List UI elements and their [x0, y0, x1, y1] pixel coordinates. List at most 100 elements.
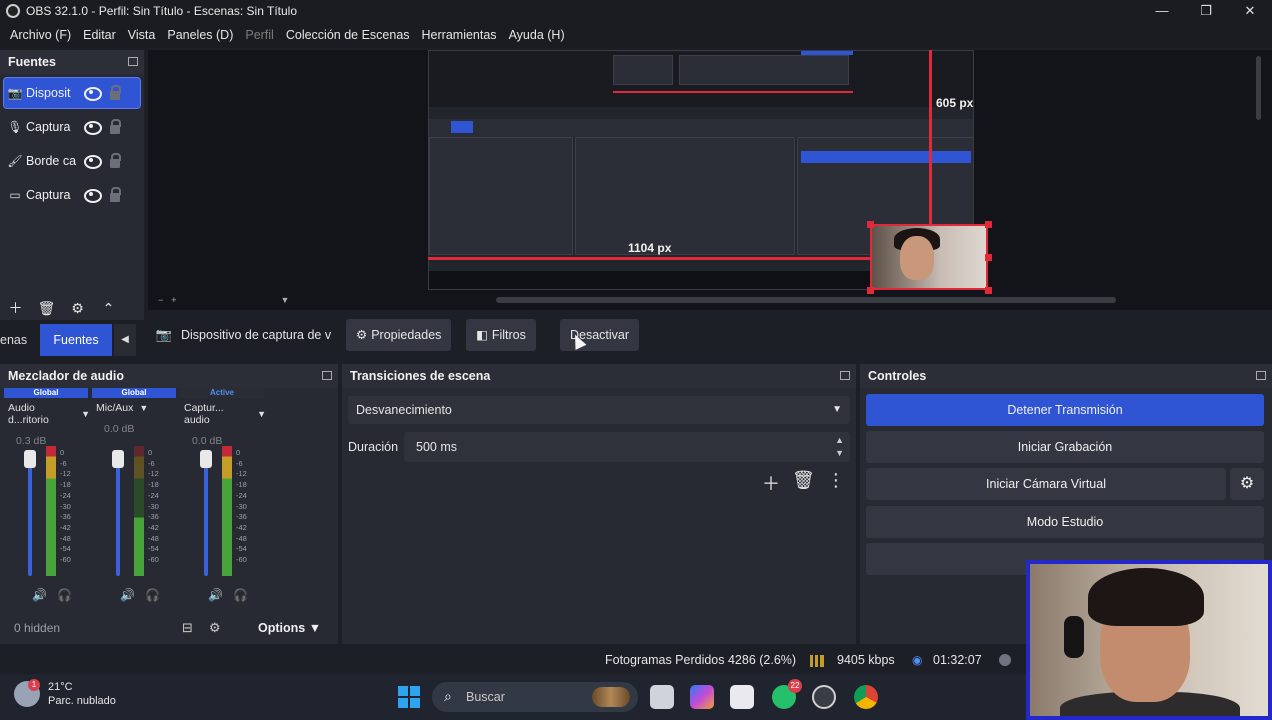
nested-red-line [613, 91, 853, 93]
task-view-icon[interactable] [650, 685, 674, 709]
duration-spinbox[interactable]: 500 ms ▲ ▼ [404, 432, 850, 462]
channel-name[interactable]: Audio d...ritorio ▼ [2, 402, 90, 426]
zoom-dropdown-arrow-icon[interactable]: ▼ [281, 295, 290, 305]
menu-tools[interactable]: Herramientas [422, 28, 497, 42]
advanced-audio-icon[interactable]: ⚙ [209, 620, 221, 636]
dropdown-arrow-icon: ▼ [81, 409, 90, 419]
stop-streaming-button[interactable]: Detener Transmisión [866, 394, 1264, 426]
resize-handle[interactable] [985, 287, 992, 294]
menu-file[interactable]: Archivo (F) [10, 28, 71, 42]
spin-up-icon[interactable]: ▲ [835, 434, 844, 447]
volume-slider-handle[interactable] [24, 450, 36, 468]
volume-slider-handle[interactable] [200, 450, 212, 468]
tick: -12 [236, 469, 247, 479]
source-item-border[interactable]: 🖌 Borde ca [4, 146, 140, 176]
menu-profile[interactable]: Perfil [245, 28, 273, 42]
weather-widget[interactable]: 1 21°C Parc. nublado [14, 679, 116, 708]
zoom-in-icon[interactable]: + [171, 295, 176, 305]
remove-source-button[interactable]: 🗑 [31, 300, 62, 317]
speaker-icon[interactable]: 🔊 [32, 588, 47, 602]
menu-edit[interactable]: Editar [83, 28, 116, 42]
float-dock-icon[interactable] [322, 371, 332, 380]
mixer-channel-audio-capture: Active Captur... audio ▼ 0.0 dB 0 -6 -12 -18… [178, 388, 266, 608]
channel-name[interactable]: Captur... audio ▼ [178, 402, 266, 426]
camera-source-in-preview[interactable] [870, 224, 988, 290]
channel-name-label: Mic/Aux [96, 402, 134, 414]
more-options-icon[interactable]: ⋮ [827, 470, 845, 496]
monitor-headphones-icon[interactable]: 🎧 [145, 588, 160, 602]
minimize-button[interactable]: — [1140, 0, 1184, 22]
source-properties-button[interactable]: ⚙ [62, 300, 93, 317]
source-item-audio-capture[interactable]: 🎙 Captura [4, 112, 140, 142]
add-transition-icon[interactable]: ＋ [762, 470, 780, 496]
volume-slider[interactable] [28, 450, 32, 576]
properties-button[interactable]: ⚙ Propiedades [346, 319, 452, 351]
add-source-button[interactable]: ＋ [0, 298, 31, 318]
visibility-eye-icon[interactable] [82, 189, 102, 203]
studio-mode-button[interactable]: Modo Estudio [866, 506, 1264, 538]
start-recording-button[interactable]: Iniciar Grabación [866, 431, 1264, 463]
speaker-icon[interactable]: 🔊 [208, 588, 223, 602]
lock-icon[interactable] [110, 118, 121, 134]
source-label: Borde ca [26, 154, 77, 168]
visibility-eye-icon[interactable] [82, 155, 102, 169]
maximize-button[interactable]: ❐ [1184, 0, 1228, 22]
channel-name[interactable]: Mic/Aux ▼ [90, 402, 178, 414]
tab-scenes[interactable]: enas [0, 324, 40, 356]
dropdown-arrow-icon: ▼ [308, 621, 322, 635]
obs-taskbar-icon[interactable] [812, 685, 836, 709]
monitor-headphones-icon[interactable]: 🎧 [233, 588, 248, 602]
source-item-camera[interactable]: 📷 Disposit [3, 77, 141, 109]
monitor-headphones-icon[interactable]: 🎧 [57, 588, 72, 602]
start-virtual-camera-button[interactable]: Iniciar Cámara Virtual [866, 468, 1226, 500]
tab-sources[interactable]: Fuentes [40, 324, 112, 356]
lock-icon[interactable] [110, 152, 121, 168]
float-dock-icon[interactable] [1256, 371, 1266, 380]
windows-start-icon[interactable] [398, 686, 420, 708]
lock-icon[interactable] [110, 186, 121, 202]
taskbar-search[interactable]: ⌕ Buscar [432, 682, 638, 712]
channel-controls: 🔊 🎧 [120, 588, 160, 602]
stream-time: 01:32:07 [933, 653, 982, 667]
source-item-display-capture[interactable]: ▭ Captura [4, 180, 140, 210]
spin-arrows-icon[interactable]: ▲ ▼ [835, 434, 844, 460]
preview-vertical-scrollbar[interactable] [1256, 56, 1261, 120]
menu-help[interactable]: Ayuda (H) [509, 28, 565, 42]
float-dock-icon[interactable] [128, 57, 138, 66]
visibility-eye-icon[interactable] [82, 121, 102, 135]
menu-scene-collection[interactable]: Colección de Escenas [286, 28, 410, 42]
filters-button[interactable]: ◧ Filtros [466, 319, 536, 351]
remove-transition-icon[interactable]: 🗑 [792, 470, 815, 496]
move-source-up-button[interactable]: ⌃ [93, 300, 124, 317]
transition-select[interactable]: Desvanecimiento ▼ [348, 396, 850, 424]
tick: -30 [60, 501, 71, 511]
documents-app-icon[interactable] [730, 685, 754, 709]
chrome-icon[interactable] [854, 685, 878, 709]
camera-icon: 📷 [7, 86, 23, 100]
resize-handle[interactable] [867, 221, 874, 228]
resize-handle[interactable] [985, 221, 992, 228]
layout-toggle-icon[interactable]: ⊟ [182, 620, 193, 636]
mixer-channel-mic-aux: Global Mic/Aux ▼ 0.0 dB 0 -6 -12 -18 -24 -30 -3… [90, 388, 178, 608]
volume-slider[interactable] [204, 450, 208, 576]
channel-name-label: Audio d...ritorio [8, 402, 49, 426]
resize-handle[interactable] [985, 254, 992, 261]
whatsapp-icon[interactable]: 22 [772, 679, 802, 709]
visibility-eye-icon[interactable] [82, 87, 102, 101]
zoom-out-icon[interactable]: − [158, 295, 163, 305]
float-dock-icon[interactable] [840, 371, 850, 380]
tab-scroll-left-icon[interactable]: ◀ [114, 324, 136, 356]
menu-docks[interactable]: Paneles (D) [167, 28, 233, 42]
resize-handle[interactable] [867, 287, 874, 294]
preview-horizontal-scrollbar[interactable] [496, 297, 1116, 303]
copilot-icon[interactable] [690, 685, 714, 709]
options-button[interactable]: Options ▼ [250, 614, 329, 642]
virtual-camera-settings-gear-icon[interactable]: ⚙ [1230, 468, 1264, 500]
close-button[interactable]: ✕ [1228, 0, 1272, 22]
spin-down-icon[interactable]: ▼ [835, 447, 844, 460]
volume-slider-handle[interactable] [112, 450, 124, 468]
lock-icon[interactable] [110, 84, 121, 100]
menu-view[interactable]: Vista [128, 28, 156, 42]
speaker-icon[interactable]: 🔊 [120, 588, 135, 602]
volume-slider[interactable] [116, 450, 120, 576]
